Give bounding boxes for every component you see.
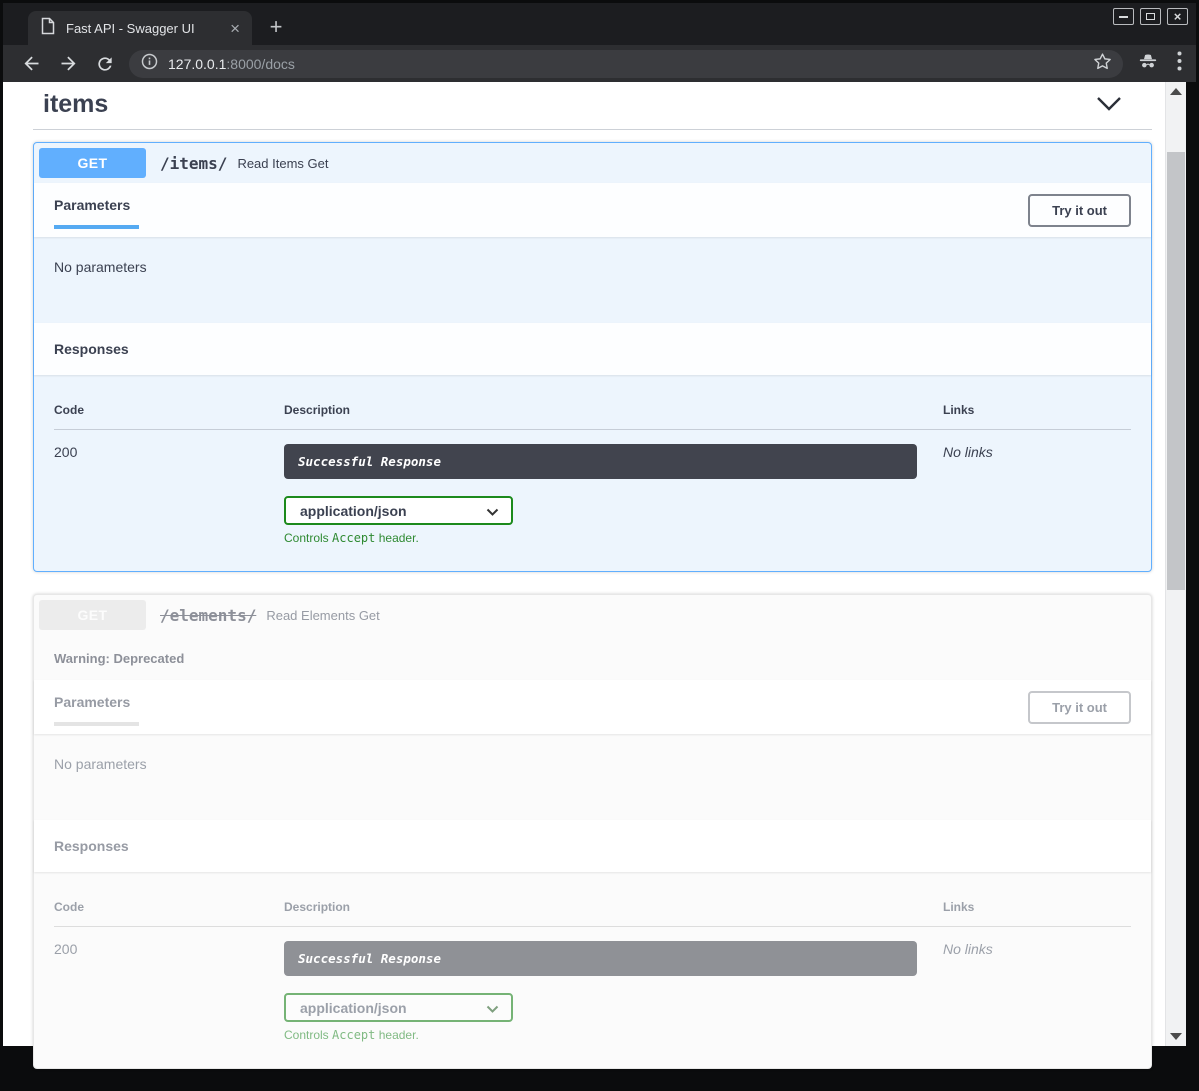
responses-table-head: Code Description Links xyxy=(54,886,1131,927)
column-links: Links xyxy=(943,900,1131,914)
status-code: 200 xyxy=(54,941,284,1042)
opblock-summary[interactable]: GET /items/ Read Items Get xyxy=(34,143,1151,183)
bookmark-star-icon[interactable] xyxy=(1092,51,1113,77)
new-tab-button[interactable]: + xyxy=(265,17,287,37)
window-controls: × xyxy=(1113,8,1188,25)
url-text[interactable]: 127.0.0.1:8000/docs xyxy=(168,56,1092,72)
favicon-page-icon xyxy=(40,17,56,40)
no-parameters-text: No parameters xyxy=(54,259,147,275)
responses-title: Responses xyxy=(54,341,129,357)
tab-title: Fast API - Swagger UI xyxy=(66,21,228,36)
section-collapse-button[interactable] xyxy=(1096,96,1152,114)
responses-body: Code Description Links 200 Successful Re… xyxy=(34,375,1151,571)
back-icon[interactable] xyxy=(21,53,42,74)
responses-header: Responses xyxy=(34,323,1151,375)
column-code: Code xyxy=(54,403,284,417)
responses-body: Code Description Links 200 Successful Re… xyxy=(34,872,1151,1068)
parameters-header: Parameters Try it out xyxy=(34,183,1151,237)
response-description-box: Successful Response xyxy=(284,444,917,479)
tab-bar: Fast API - Swagger UI × + × xyxy=(3,3,1196,45)
site-info-icon[interactable] xyxy=(141,53,158,75)
media-type-select[interactable]: application/json xyxy=(284,993,513,1022)
accept-header-note: Controls Accept header. xyxy=(284,1028,943,1042)
opblock-get-elements-deprecated: GET /elements/ Read Elements Get Warning… xyxy=(33,594,1152,1069)
endpoint-summary: Read Elements Get xyxy=(266,608,379,623)
responses-table-head: Code Description Links xyxy=(54,389,1131,430)
responses-header: Responses xyxy=(34,820,1151,872)
try-it-out-button[interactable]: Try it out xyxy=(1028,691,1131,724)
response-row: 200 Successful Response application/json xyxy=(54,927,1131,1042)
minimize-button[interactable] xyxy=(1113,8,1134,25)
section-divider xyxy=(33,129,1152,130)
column-description: Description xyxy=(284,403,943,417)
tab-parameters[interactable]: Parameters xyxy=(54,688,134,726)
try-it-out-button[interactable]: Try it out xyxy=(1028,194,1131,227)
column-description: Description xyxy=(284,900,943,914)
responses-title: Responses xyxy=(54,838,129,854)
select-chevron-icon xyxy=(486,503,499,519)
parameters-body: No parameters xyxy=(34,734,1151,820)
browser-toolbar: 127.0.0.1:8000/docs xyxy=(3,45,1196,82)
incognito-icon xyxy=(1137,51,1159,76)
media-type-select[interactable]: application/json xyxy=(284,496,513,525)
opblock-summary[interactable]: GET /elements/ Read Elements Get xyxy=(34,595,1151,635)
parameters-body: No parameters xyxy=(34,237,1151,323)
maximize-button[interactable] xyxy=(1140,8,1161,25)
scrollbar-thumb[interactable] xyxy=(1167,152,1185,590)
scrollbar[interactable] xyxy=(1165,82,1186,1046)
response-description-box: Successful Response xyxy=(284,941,917,976)
page-viewport: items GET /items/ Read Items Get Paramet… xyxy=(3,82,1186,1046)
endpoint-summary: Read Items Get xyxy=(237,156,328,171)
response-row: 200 Successful Response application/json xyxy=(54,430,1131,545)
parameters-header: Parameters Try it out xyxy=(34,680,1151,734)
section-title: items xyxy=(43,90,108,119)
column-links: Links xyxy=(943,403,1131,417)
menu-kebab-icon[interactable] xyxy=(1177,51,1182,76)
links-value: No links xyxy=(943,941,1131,1042)
reload-icon[interactable] xyxy=(95,54,115,74)
column-code: Code xyxy=(54,900,284,914)
no-parameters-text: No parameters xyxy=(54,756,147,772)
chevron-down-icon xyxy=(1096,99,1122,114)
select-chevron-icon xyxy=(486,1000,499,1016)
scroll-down-arrow-icon[interactable] xyxy=(1170,1033,1182,1040)
status-code: 200 xyxy=(54,444,284,545)
opblock-get-items: GET /items/ Read Items Get Parameters Tr… xyxy=(33,142,1152,572)
endpoint-path: /items/ xyxy=(160,154,227,173)
deprecated-warning: Warning: Deprecated xyxy=(34,635,1151,680)
endpoint-path: /elements/ xyxy=(160,606,256,625)
method-badge: GET xyxy=(39,148,146,178)
links-value: No links xyxy=(943,444,1131,545)
accept-header-note: Controls Accept header. xyxy=(284,531,943,545)
tab-parameters[interactable]: Parameters xyxy=(54,191,134,229)
address-bar[interactable]: 127.0.0.1:8000/docs xyxy=(129,50,1123,78)
close-button[interactable]: × xyxy=(1167,8,1188,25)
forward-icon[interactable] xyxy=(58,53,79,74)
browser-tab[interactable]: Fast API - Swagger UI × xyxy=(28,11,252,45)
method-badge: GET xyxy=(39,600,146,630)
scroll-up-arrow-icon[interactable] xyxy=(1170,88,1182,95)
tab-close-icon[interactable]: × xyxy=(228,20,242,37)
